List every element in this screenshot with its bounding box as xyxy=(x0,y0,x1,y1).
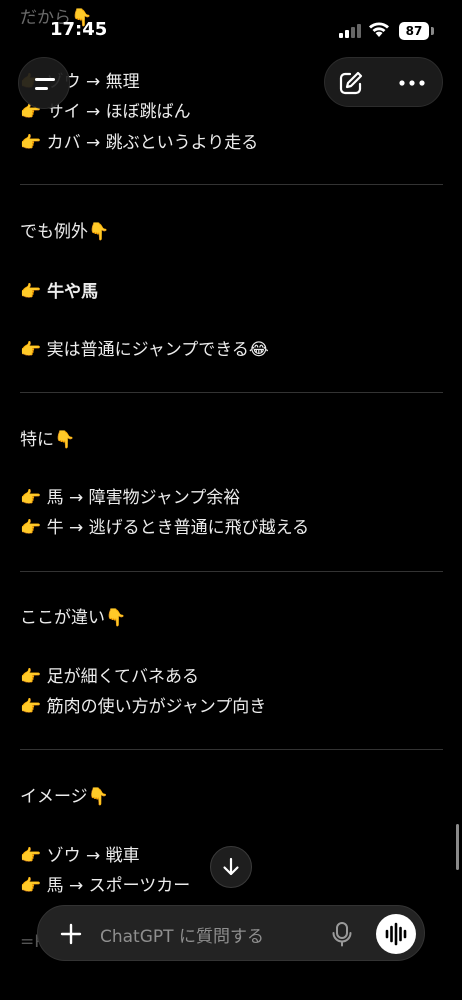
divider xyxy=(20,184,443,185)
chat-screen: だから👇 👉 ゾウ → 無理 👉 サイ → ほぼ跳ばん 👉 カバ → 跳ぶという… xyxy=(0,0,462,1000)
list-item: 👉 筋肉の使い方がジャンプ向き xyxy=(20,697,267,717)
list-item: 👉 馬 → 障害物ジャンプ余裕 xyxy=(20,488,241,508)
list-item: 👉 馬 → スポーツカー xyxy=(20,876,191,896)
signal-icon xyxy=(339,24,361,38)
sidebar-menu-button[interactable] xyxy=(18,57,70,109)
more-icon[interactable] xyxy=(395,69,429,97)
divider xyxy=(20,749,443,750)
new-chat-icon[interactable] xyxy=(337,69,365,97)
scrollbar[interactable] xyxy=(456,824,459,870)
battery-cap xyxy=(431,27,434,35)
wifi-icon xyxy=(369,22,389,37)
list-item: 👉 足が細くてバネある xyxy=(20,667,200,687)
battery-indicator: 87 xyxy=(399,22,429,40)
section-heading: 特に👇 xyxy=(20,430,76,450)
status-time: 17:45 xyxy=(50,19,108,40)
section-heading: ここが違い👇 xyxy=(20,608,127,628)
list-item: 👉 実は普通にジャンプできる😂 xyxy=(20,340,269,360)
arrow-down-icon xyxy=(223,857,239,876)
voice-wave-icon xyxy=(385,922,407,946)
divider xyxy=(20,571,443,572)
section-heading: イメージ👇 xyxy=(20,787,109,807)
message-composer: ChatGPT に質問する xyxy=(37,905,425,961)
mic-icon[interactable] xyxy=(330,920,354,948)
list-item: 👉 ゾウ → 戦車 xyxy=(20,846,140,866)
section-heading: でも例外👇 xyxy=(20,222,110,242)
scroll-to-bottom-button[interactable] xyxy=(210,846,252,888)
message-input[interactable]: ChatGPT に質問する xyxy=(100,922,264,947)
list-item: 👉 カバ → 跳ぶというより走る xyxy=(20,133,259,153)
divider xyxy=(20,392,443,393)
top-actions xyxy=(324,57,443,107)
list-item: 👉 牛や馬 xyxy=(20,282,99,302)
plus-icon[interactable] xyxy=(58,921,84,947)
list-item: 👉 牛 → 逃げるとき普通に飛び越える xyxy=(20,518,310,538)
voice-mode-button[interactable] xyxy=(376,914,416,954)
